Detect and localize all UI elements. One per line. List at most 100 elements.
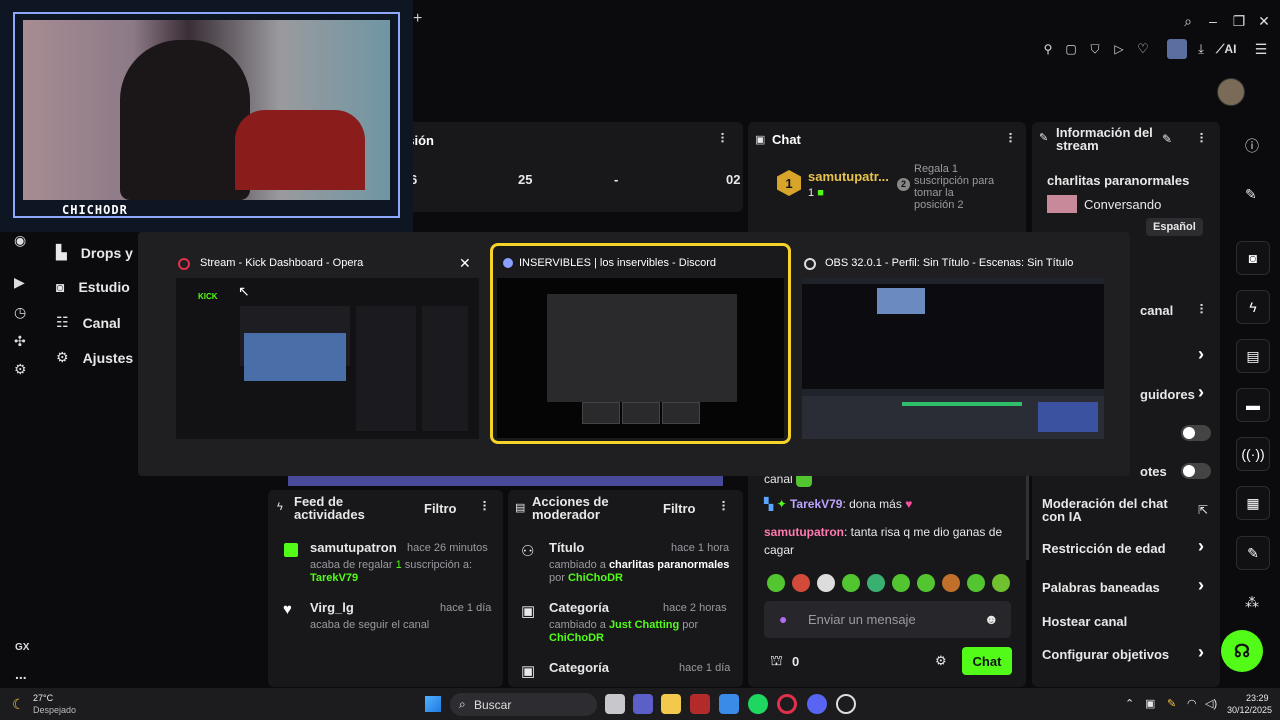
setting-age-restriction[interactable]: Restricción de edad: [1042, 541, 1166, 556]
emote[interactable]: [842, 574, 860, 592]
clock-time[interactable]: 23:29: [1246, 693, 1269, 703]
top-gifter-name[interactable]: samutupatr...: [808, 169, 889, 184]
new-tab-button[interactable]: +: [413, 10, 422, 28]
gx-label[interactable]: GX: [15, 642, 29, 653]
emote[interactable]: [942, 574, 960, 592]
restore-icon[interactable]: ❐: [1228, 10, 1250, 32]
start-button[interactable]: [425, 696, 441, 712]
chevron-right-icon[interactable]: ›: [1198, 344, 1204, 365]
tray-chevron-icon[interactable]: ⌃: [1125, 697, 1134, 710]
search-icon[interactable]: ⌕: [1177, 10, 1199, 32]
emoji-icon[interactable]: ☻: [984, 611, 999, 627]
chevron-right-icon[interactable]: ›: [1198, 382, 1204, 403]
tray-icon[interactable]: ▣: [1145, 697, 1155, 710]
tray-icon[interactable]: ✎: [1167, 697, 1176, 710]
setting-ai-moderation[interactable]: Moderación del chat con IA: [1042, 497, 1192, 523]
alt-tab-window-obs[interactable]: OBS 32.0.1 - Perfil: Sin Título - Escena…: [802, 252, 1104, 439]
bookmark-icon[interactable]: ⚲: [1037, 38, 1059, 60]
weather-desc[interactable]: Despejado: [33, 705, 76, 715]
chevron-right-icon[interactable]: ›: [1198, 575, 1204, 596]
chat-settings-icon[interactable]: ⚙: [935, 653, 947, 669]
share-icon[interactable]: ⁂: [1245, 594, 1259, 611]
lightning-icon[interactable]: ϟ: [1236, 290, 1270, 324]
chat-send-button[interactable]: Chat: [962, 647, 1012, 675]
discord-taskbar-icon[interactable]: [807, 694, 827, 714]
edit-icon[interactable]: ✎: [1162, 132, 1172, 146]
task-view-icon[interactable]: [605, 694, 625, 714]
volume-icon[interactable]: ◁): [1205, 697, 1217, 710]
sidebar-item-channel[interactable]: ☷ Canal: [56, 314, 121, 331]
shield-icon[interactable]: ⛉: [1084, 38, 1106, 60]
stream-info-menu-icon[interactable]: ···: [1194, 132, 1210, 143]
chevron-right-icon[interactable]: ›: [1198, 642, 1204, 663]
sidebar-item-drops[interactable]: ▙ Drops y: [56, 244, 133, 261]
sidebar-item-studio[interactable]: ◙ Estudio: [56, 279, 130, 295]
ai-button[interactable]: ⟋AI: [1216, 42, 1236, 57]
alt-tab-window-opera[interactable]: Stream - Kick Dashboard - Opera ✕ KICK: [176, 252, 479, 439]
channel-menu-icon[interactable]: ···: [1194, 303, 1210, 314]
emote[interactable]: [967, 574, 985, 592]
app-icon[interactable]: [690, 694, 710, 714]
wifi-icon[interactable]: ◠: [1187, 697, 1197, 710]
mod-author-name[interactable]: ChiChoDR: [568, 572, 623, 584]
chat-user[interactable]: TarekV79: [790, 497, 842, 511]
sidebar-item-settings[interactable]: ⚙ Ajustes: [56, 349, 133, 366]
emote[interactable]: [767, 574, 785, 592]
close-icon[interactable]: ✕: [1253, 10, 1275, 32]
weather-temp[interactable]: 27°C: [33, 693, 53, 703]
activity-user[interactable]: Virg_lg: [310, 600, 354, 615]
mod-author-name[interactable]: ChiChoDR: [549, 632, 604, 644]
emote[interactable]: [992, 574, 1010, 592]
chat-scrollbar[interactable]: [1026, 470, 1029, 560]
snapshot-icon[interactable]: ▢: [1060, 38, 1082, 60]
support-button[interactable]: ☊: [1221, 630, 1263, 672]
info-icon[interactable]: ⓘ: [1245, 136, 1259, 156]
notes-icon[interactable]: ▤: [1236, 339, 1270, 373]
player-icon[interactable]: ▶: [14, 274, 25, 291]
setting-banned-words[interactable]: Palabras baneadas: [1042, 580, 1160, 595]
chat-input-placeholder[interactable]: Enviar un mensaje: [808, 612, 916, 627]
alt-tab-window-discord[interactable]: INSERVIBLES | los inservibles - Discord: [490, 243, 791, 444]
external-link-icon[interactable]: ⇱: [1198, 503, 1208, 517]
chat-menu-icon[interactable]: ···: [1003, 132, 1019, 143]
activity-target[interactable]: TarekV79: [310, 572, 358, 584]
chat-bubble-icon[interactable]: ▬: [1236, 388, 1270, 422]
chat-user[interactable]: samutupatron: [764, 525, 844, 539]
broadcast-icon[interactable]: ((·)): [1236, 437, 1270, 471]
minimize-icon[interactable]: –: [1202, 10, 1224, 32]
mod-filter-button[interactable]: Filtro: [663, 501, 696, 516]
user-avatar[interactable]: [1217, 78, 1245, 106]
chevron-right-icon[interactable]: ›: [1198, 536, 1204, 557]
emote[interactable]: [867, 574, 885, 592]
toggle-switch[interactable]: [1181, 425, 1211, 441]
emote[interactable]: [892, 574, 910, 592]
tools-icon[interactable]: ✎: [1236, 536, 1270, 570]
clock-date[interactable]: 30/12/2025: [1227, 705, 1272, 715]
obs-taskbar-icon[interactable]: [836, 694, 856, 714]
activity-menu-icon[interactable]: ···: [477, 500, 493, 511]
setting-goals[interactable]: Configurar objetivos: [1042, 647, 1169, 662]
layout-icon[interactable]: ▦: [1236, 486, 1270, 520]
more-button[interactable]: ...: [15, 666, 27, 682]
taskbar-search-placeholder[interactable]: Buscar: [474, 698, 511, 712]
emote[interactable]: [817, 574, 835, 592]
store-icon[interactable]: [719, 694, 739, 714]
file-explorer-icon[interactable]: [661, 694, 681, 714]
history-icon[interactable]: ◷: [14, 304, 26, 321]
opera-gx-icon[interactable]: [777, 694, 797, 714]
profile-avatar[interactable]: [1167, 39, 1187, 59]
microphone-icon[interactable]: ●: [779, 611, 787, 627]
activity-user[interactable]: samutupatron: [310, 540, 397, 555]
download-icon[interactable]: ⤓: [1190, 38, 1212, 60]
session-menu-icon[interactable]: ···: [715, 132, 731, 143]
heart-icon[interactable]: ♡: [1132, 38, 1154, 60]
mod-menu-icon[interactable]: ···: [716, 500, 732, 511]
taskbar-search-box[interactable]: [450, 693, 597, 716]
menu-icon[interactable]: ☰: [1250, 38, 1272, 60]
settings-icon[interactable]: ⚙: [14, 361, 27, 378]
play-icon[interactable]: ▷: [1108, 38, 1130, 60]
pencil-icon[interactable]: ✎: [1245, 186, 1257, 203]
bots-toggle[interactable]: [1181, 463, 1211, 479]
camera-icon[interactable]: ◙: [1236, 241, 1270, 275]
spotify-icon[interactable]: [748, 694, 768, 714]
